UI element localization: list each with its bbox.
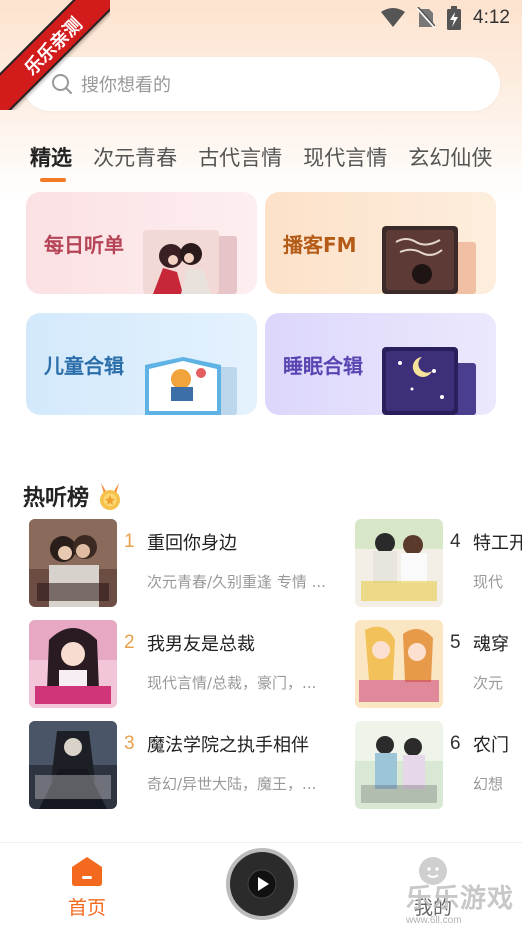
book-title: 重回你身边 bbox=[147, 533, 237, 554]
rank-number: 6 bbox=[450, 733, 461, 754]
rank-number: 3 bbox=[124, 733, 135, 754]
no-sim-icon bbox=[417, 7, 436, 29]
sleep-collection-card[interactable]: 睡眠合辑 bbox=[265, 313, 496, 415]
tab-modern-romance[interactable]: 现代言情 bbox=[303, 140, 387, 184]
tab-ciyuan-youth[interactable]: 次元青春 bbox=[93, 140, 177, 184]
home-icon bbox=[72, 857, 102, 886]
tab-featured[interactable]: 精选 bbox=[30, 140, 72, 184]
nav-mine-label: 我的 bbox=[413, 897, 452, 919]
player-button[interactable] bbox=[226, 848, 298, 920]
book-cover bbox=[29, 721, 117, 809]
corner-ribbon: 乐乐亲测 bbox=[0, 0, 110, 110]
card-label: 每日听单 bbox=[44, 233, 124, 257]
wifi-icon bbox=[381, 8, 406, 27]
ribbon-text: 乐乐亲测 bbox=[0, 0, 110, 110]
nav-home-label: 首页 bbox=[67, 897, 106, 919]
book-cover bbox=[29, 620, 117, 708]
nav-mine[interactable]: 我的 bbox=[408, 855, 458, 920]
category-tabs: 精选 次元青春 古代言情 现代言情 玄幻仙侠 bbox=[30, 140, 522, 190]
hot-list-item[interactable]: 4 特工开挂 现代 bbox=[355, 519, 522, 609]
sleep-cover-art bbox=[382, 347, 476, 415]
hot-list-item[interactable]: 6 农门 幻想 bbox=[355, 721, 522, 811]
rank-number: 2 bbox=[124, 632, 135, 653]
tab-ancient-romance[interactable]: 古代言情 bbox=[198, 140, 282, 184]
romance-cover-art bbox=[143, 230, 237, 294]
card-label: 睡眠合辑 bbox=[283, 354, 363, 378]
book-desc: 次元青春/久别重逢 专情 ... bbox=[147, 573, 326, 591]
book-desc: 现代言情/总裁，豪门，... bbox=[147, 674, 317, 692]
play-icon bbox=[247, 869, 277, 899]
book-title: 特工开挂 bbox=[473, 533, 522, 554]
book-cover bbox=[355, 721, 443, 809]
book-title: 魔法学院之执手相伴 bbox=[147, 735, 309, 756]
rank-number: 5 bbox=[450, 632, 461, 653]
hot-list-header: 热听榜 bbox=[23, 480, 125, 512]
card-label: 播客FM bbox=[283, 233, 357, 257]
hot-list-item[interactable]: 3 魔法学院之执手相伴 奇幻/异世大陆，魔王，... bbox=[29, 721, 339, 811]
card-label: 儿童合辑 bbox=[44, 354, 124, 378]
book-title: 我男友是总裁 bbox=[147, 634, 255, 655]
bottom-nav: 首页 我的 bbox=[0, 842, 522, 929]
status-time: 4:12 bbox=[473, 7, 510, 28]
tab-fantasy[interactable]: 玄幻仙侠 bbox=[408, 140, 492, 184]
medal-icon bbox=[100, 483, 121, 510]
battery-charging-icon bbox=[447, 6, 462, 30]
daily-list-card[interactable]: 每日听单 bbox=[26, 192, 257, 294]
hot-list-title: 热听榜 bbox=[23, 486, 90, 511]
book-desc: 幻想 bbox=[473, 775, 504, 793]
rank-number: 4 bbox=[450, 531, 461, 552]
podcast-fm-card[interactable]: 播客FM bbox=[265, 192, 496, 294]
kids-book-art bbox=[145, 357, 237, 415]
book-desc: 现代 bbox=[473, 573, 504, 591]
podcast-cover-art bbox=[382, 226, 476, 294]
book-desc: 次元 bbox=[473, 674, 504, 692]
book-desc: 奇幻/异世大陆，魔王，... bbox=[147, 775, 317, 793]
hot-list-item[interactable]: 2 我男友是总裁 现代言情/总裁，豪门，... bbox=[29, 620, 339, 710]
status-icons: 4:12 bbox=[381, 6, 510, 30]
hot-list-item[interactable]: 1 重回你身边 次元青春/久别重逢 专情 ... bbox=[29, 519, 339, 609]
nav-home[interactable]: 首页 bbox=[62, 855, 112, 920]
book-cover bbox=[29, 519, 117, 607]
hot-list-item[interactable]: 5 魂穿 次元 bbox=[355, 620, 522, 710]
book-cover bbox=[355, 620, 443, 708]
profile-icon bbox=[419, 857, 447, 885]
book-title: 农门 bbox=[473, 735, 509, 756]
kids-collection-card[interactable]: 儿童合辑 bbox=[26, 313, 257, 415]
rank-number: 1 bbox=[124, 531, 135, 552]
book-title: 魂穿 bbox=[473, 634, 509, 655]
book-cover bbox=[355, 519, 443, 607]
